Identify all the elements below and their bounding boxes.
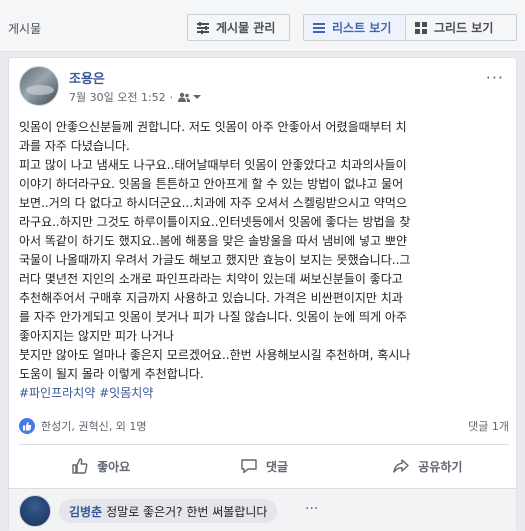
list-view-label: 리스트 보기 <box>332 21 392 35</box>
comment-icon <box>241 459 257 474</box>
section-title: 게시물 <box>8 22 42 36</box>
comment-bubble: 김병춘 정말로 좋은거? 한번 써볼랍니다 <box>59 499 278 523</box>
comment-count[interactable]: 댓글 1개 <box>468 418 509 434</box>
post-text-line: 잇몸이 안좋으신분들께 권합니다. 저도 잇몸이 아주 안좋아서 어렸을때부터 … <box>19 120 407 134</box>
comment-label: 댓글 <box>265 459 289 474</box>
author-avatar[interactable] <box>19 66 59 106</box>
comment-more-options-icon[interactable]: ··· <box>305 501 318 517</box>
meta-separator: · <box>169 90 174 104</box>
comment-item: 김병춘 정말로 좋은거? 한번 써볼랍니다 ··· <box>9 488 516 531</box>
like-button[interactable]: 좋아요 <box>19 450 182 482</box>
post-text-line: 라구요..하지만 그것도 하루이틀이지요..인터넷등에서 잇몸에 좋다는 방법을… <box>19 215 411 229</box>
commenter-name[interactable]: 김병춘 <box>69 505 102 519</box>
post-hashtags[interactable]: #파인프라치약 #잇몸치약 <box>19 384 511 403</box>
manage-icon <box>197 21 209 34</box>
divider <box>19 444 509 445</box>
post-text-line: 러다 몇년전 지인의 소개로 파인프라라는 치약이 있는데 써보신분들이 좋다고 <box>19 272 403 286</box>
post-text-line: 좋아지지는 않지만 피가 나거나 <box>19 329 174 343</box>
post-text-line: 국물이 나올때까지 우려서 가글도 해보고 했지만 효능이 보지는 못했습니다.… <box>19 253 411 267</box>
reactions-bar: 한성기, 권혁신, 외 1명 댓글 1개 <box>19 416 509 436</box>
list-view-button[interactable]: 리스트 보기 <box>303 14 406 41</box>
post-text-line: 피고 많이 나고 냄새도 나구요..태어날때부터 잇몸이 안좋았다고 치과의사들… <box>19 158 407 172</box>
post-more-options-icon[interactable]: ··· <box>486 68 504 87</box>
post-timestamp[interactable]: 7월 30일 오전 1:52 <box>69 89 166 105</box>
post-text-line: 보면..거의 다 없다고 하시더군요...치과에 자주 오셔서 스켈링받으시고 … <box>19 196 408 210</box>
post-text-line: 과를 자주 다녔습니다. <box>19 139 130 153</box>
post-text-line: 아서 똑같이 하기도 했지요..봄에 해풍을 맞은 솔방울을 따서 냄비에 넣고… <box>19 234 408 248</box>
comment-button[interactable]: 댓글 <box>182 450 345 482</box>
posts-header: 게시물 게시물 관리 리스트 보기 그리드 보기 <box>0 0 525 52</box>
manage-posts-button[interactable]: 게시물 관리 <box>187 14 290 41</box>
share-icon <box>393 459 409 473</box>
reactions-names[interactable]: 한성기, 권혁신, 외 1명 <box>41 418 146 434</box>
author-name[interactable]: 조용은 <box>69 68 105 87</box>
like-reaction-icon[interactable] <box>19 418 35 434</box>
audience-friends-icon[interactable] <box>177 92 191 102</box>
post-text-line: 붓지만 않아도 얼마나 좋은지 모르겠어요..한번 사용해보시길 추천하며, 혹… <box>19 348 411 362</box>
post-actions: 좋아요 댓글 공유하기 <box>19 450 509 482</box>
chevron-down-icon[interactable] <box>193 94 202 100</box>
post-card: 조용은 7월 30일 오전 1:52 · ··· 잇몸이 안좋으신분들께 권합니… <box>8 57 517 531</box>
list-icon <box>313 22 325 33</box>
like-label: 좋아요 <box>97 459 131 474</box>
comment-text: 정말로 좋은거? 한번 써볼랍니다 <box>106 505 268 519</box>
grid-icon <box>415 21 427 34</box>
share-label: 공유하기 <box>418 459 463 474</box>
commenter-avatar[interactable] <box>19 495 51 527</box>
post-meta: 7월 30일 오전 1:52 · <box>69 89 202 105</box>
post-text-line: 도움이 될지 몰라 이렇게 추천합니다. <box>19 367 204 381</box>
post-text-line: 이야기 하더라구요. 잇몸을 튼튼하고 안아프게 할 수 있는 방법이 없냐고 … <box>19 177 404 191</box>
post-body: 잇몸이 안좋으신분들께 권합니다. 저도 잇몸이 아주 안좋아서 어렸을때부터 … <box>19 118 511 403</box>
share-button[interactable]: 공유하기 <box>346 450 509 482</box>
post-text-line: 추천해주어서 구매후 지금까지 사용하고 있습니다. 가격은 비싼편이지만 치과 <box>19 291 403 305</box>
grid-view-label: 그리드 보기 <box>434 21 494 35</box>
thumbs-up-icon <box>72 458 88 474</box>
post-text-line: 를 자주 안가게되고 잇몸이 붓거나 피가 나질 않습니다. 잇몸이 눈에 띄게… <box>19 310 408 324</box>
grid-view-button[interactable]: 그리드 보기 <box>405 14 517 41</box>
manage-posts-label: 게시물 관리 <box>216 21 276 35</box>
